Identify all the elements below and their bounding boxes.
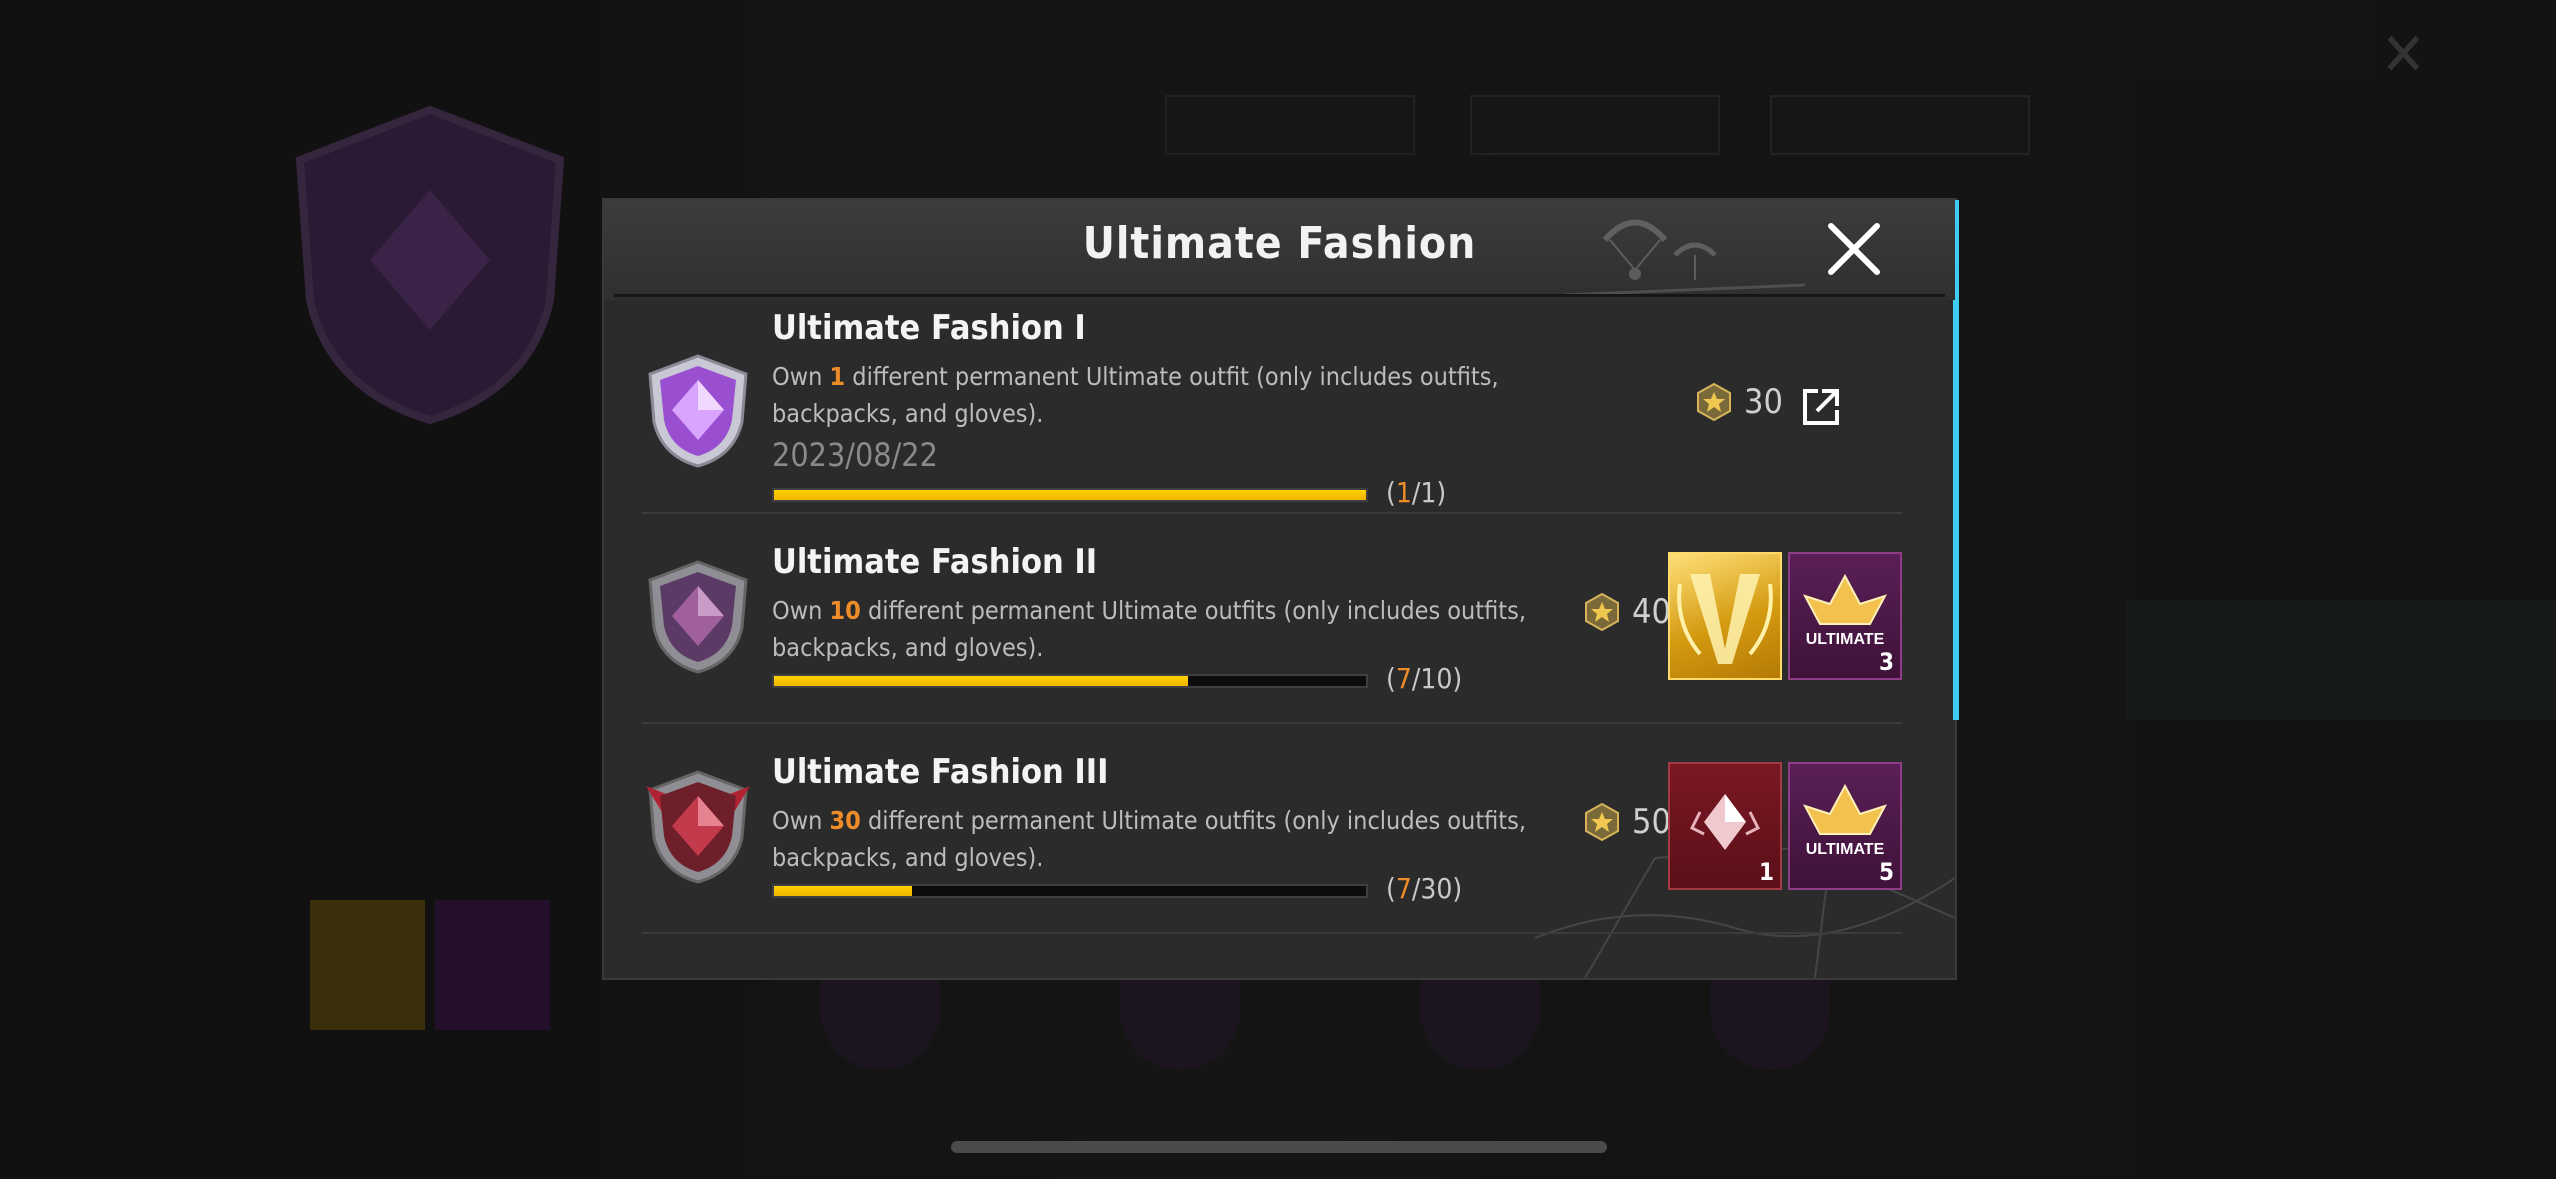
share-icon[interactable]: [1800, 386, 1842, 428]
reward-ultimate-emblem[interactable]: ULTIMATE 3: [1788, 552, 1902, 680]
progress-bar-fill: [774, 490, 1366, 500]
achievement-title: Ultimate Fashion III: [772, 752, 1109, 792]
background-badge-icon: [295, 105, 565, 425]
achievement-description: Own 1 different permanent Ultimate outfi…: [772, 362, 1499, 428]
progress-count: (1/1): [1386, 476, 1447, 509]
reward-gold-frame[interactable]: [1668, 552, 1782, 680]
achievement-description: Own 30 different permanent Ultimate outf…: [772, 806, 1526, 872]
achievement-point-icon: [1697, 382, 1731, 422]
reward-red-diamond[interactable]: 1: [1668, 762, 1782, 890]
home-indicator[interactable]: [951, 1141, 1607, 1153]
achievement-points: 50: [1582, 802, 1671, 842]
progress-count: (7/30): [1386, 872, 1463, 905]
achievement-description: Own 10 different permanent Ultimate outf…: [772, 596, 1526, 662]
achievement-row-3: Ultimate Fashion III Own 30 different pe…: [642, 722, 1902, 934]
background-reward-tiles: [310, 900, 560, 1030]
gold-frame-icon: [1677, 574, 1773, 664]
badge-icon: [648, 354, 748, 468]
reward-quantity: 3: [1878, 648, 1894, 676]
background-menu-highlight: [2126, 600, 2556, 720]
reward-ultimate-emblem[interactable]: ULTIMATE 5: [1788, 762, 1902, 890]
progress-bar-fill: [774, 676, 1189, 686]
svg-text:ULTIMATE: ULTIMATE: [1806, 841, 1885, 858]
background-filter-1: [1165, 95, 1415, 155]
progress-bar: [772, 674, 1368, 688]
achievement-points: 40: [1582, 592, 1671, 632]
dialog-header: Ultimate Fashion: [604, 200, 1955, 300]
achievement-title: Ultimate Fashion I: [772, 308, 1086, 348]
progress-bar-fill: [774, 886, 912, 896]
progress-count: (7/10): [1386, 662, 1463, 695]
achievement-point-icon: [1585, 592, 1619, 632]
completion-date: 2023/08/22: [772, 436, 938, 474]
achievement-row-2: Ultimate Fashion II Own 10 different per…: [642, 512, 1902, 724]
dialog-title: Ultimate Fashion: [1082, 218, 1477, 269]
svg-text:ULTIMATE: ULTIMATE: [1806, 631, 1885, 648]
progress-bar: [772, 488, 1368, 502]
achievement-dialog: Ultimate Fashion Ultimate Fashion I Own …: [602, 198, 1959, 980]
background-filter-3: [1770, 95, 2030, 155]
close-icon[interactable]: [1823, 218, 1885, 280]
achievement-point-icon: [1585, 802, 1619, 842]
background-filter-2: [1470, 95, 1720, 155]
reward-quantity: 1: [1758, 858, 1774, 886]
achievement-row-1: Ultimate Fashion I Own 1 different perma…: [642, 300, 1902, 514]
progress-bar: [772, 884, 1368, 898]
badge-icon: [648, 560, 748, 674]
achievement-points: 30: [1694, 382, 1783, 422]
background-close-icon: ✕: [2380, 20, 2426, 90]
achievement-title: Ultimate Fashion II: [772, 542, 1098, 582]
header-divider: [614, 294, 1945, 297]
badge-icon: [646, 770, 750, 884]
reward-quantity: 5: [1878, 858, 1894, 886]
